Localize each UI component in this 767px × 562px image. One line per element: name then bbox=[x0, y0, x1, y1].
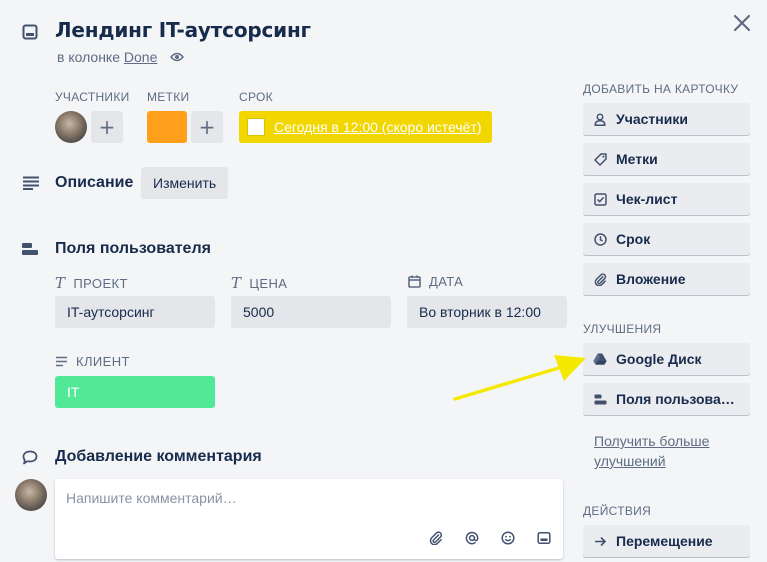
arrow-right-icon bbox=[593, 536, 607, 547]
comment-icon bbox=[22, 450, 38, 465]
edit-description-button[interactable]: Изменить bbox=[141, 167, 229, 199]
field-label-date: ДАТА bbox=[408, 274, 463, 289]
watch-eye-icon[interactable] bbox=[170, 51, 184, 63]
comment-input[interactable]: Напишите комментарий… bbox=[55, 479, 563, 559]
more-powerups-link[interactable]: Получить больше улучшений bbox=[594, 431, 744, 471]
label-icon bbox=[593, 152, 607, 166]
due-label: СРОК bbox=[239, 90, 273, 104]
text-field-icon: T bbox=[55, 274, 66, 292]
due-date-text[interactable]: Сегодня в 12:00 (скоро истечёт) bbox=[274, 119, 482, 135]
field-client-value[interactable]: IT bbox=[55, 376, 215, 408]
powerups-heading: УЛУЧШЕНИЯ bbox=[583, 322, 662, 336]
card-link-icon[interactable] bbox=[537, 531, 551, 545]
sidebar-custom-fields-button[interactable]: Поля пользова… bbox=[583, 383, 750, 415]
card-list-info: в колонке Done bbox=[57, 49, 157, 65]
person-icon bbox=[593, 113, 607, 126]
field-label-project: T ПРОЕКТ bbox=[55, 274, 128, 292]
clock-icon bbox=[593, 232, 607, 246]
attachment-icon bbox=[593, 272, 607, 286]
due-complete-checkbox[interactable] bbox=[247, 118, 265, 136]
sidebar-members-button[interactable]: Участники bbox=[583, 103, 750, 135]
label-orange[interactable] bbox=[147, 111, 187, 143]
custom-fields-title: Поля пользователя bbox=[55, 240, 211, 257]
close-icon[interactable] bbox=[733, 14, 751, 32]
sidebar-due-button[interactable]: Срок bbox=[583, 223, 750, 255]
attachment-icon[interactable] bbox=[429, 531, 443, 545]
list-prefix: в колонке bbox=[57, 49, 120, 65]
member-avatar[interactable] bbox=[55, 111, 87, 143]
members-label: УЧАСТНИКИ bbox=[55, 90, 130, 104]
custom-fields-icon bbox=[21, 242, 39, 256]
comment-toolbar bbox=[429, 531, 551, 545]
sidebar-attachment-button[interactable]: Вложение bbox=[583, 263, 750, 295]
field-label-price: T ЦЕНА bbox=[231, 274, 288, 292]
emoji-icon[interactable] bbox=[501, 531, 515, 545]
actions-heading: ДЕЙСТВИЯ bbox=[583, 504, 652, 518]
add-to-card-heading: ДОБАВИТЬ НА КАРТОЧКУ bbox=[583, 82, 739, 96]
checklist-icon bbox=[593, 192, 607, 206]
sidebar-google-drive-button[interactable]: Google Диск bbox=[583, 343, 750, 375]
card-icon bbox=[22, 24, 38, 40]
mention-icon[interactable] bbox=[465, 531, 479, 545]
custom-fields-icon bbox=[593, 394, 607, 405]
sidebar-labels-button[interactable]: Метки bbox=[583, 143, 750, 175]
current-user-avatar[interactable] bbox=[15, 479, 47, 511]
google-drive-icon bbox=[593, 353, 607, 365]
add-label-button[interactable]: + bbox=[191, 111, 223, 143]
labels-label: МЕТКИ bbox=[147, 90, 190, 104]
comment-placeholder: Напишите комментарий… bbox=[66, 490, 237, 506]
sidebar-move-button[interactable]: Перемещение bbox=[583, 525, 750, 557]
annotation-arrow bbox=[453, 355, 586, 401]
field-label-client: КЛИЕНТ bbox=[55, 354, 130, 369]
description-icon bbox=[22, 176, 40, 190]
description-title: Описание bbox=[55, 174, 134, 191]
field-date-value[interactable]: Во вторник в 12:00 bbox=[407, 296, 567, 328]
sidebar-checklist-button[interactable]: Чек-лист bbox=[583, 183, 750, 215]
field-project-value[interactable]: IT-аутсорсинг bbox=[55, 296, 215, 328]
field-price-value[interactable]: 5000 bbox=[231, 296, 391, 328]
due-date-badge[interactable]: Сегодня в 12:00 (скоро истечёт) bbox=[239, 111, 492, 143]
comment-title: Добавление комментария bbox=[55, 448, 262, 465]
add-member-button[interactable]: + bbox=[91, 111, 123, 143]
calendar-icon bbox=[408, 275, 421, 288]
list-link[interactable]: Done bbox=[124, 49, 157, 65]
text-field-icon: T bbox=[231, 274, 242, 292]
card-title[interactable]: Лендинг IT-аутсорсинг bbox=[55, 18, 311, 42]
list-field-icon bbox=[55, 356, 68, 367]
